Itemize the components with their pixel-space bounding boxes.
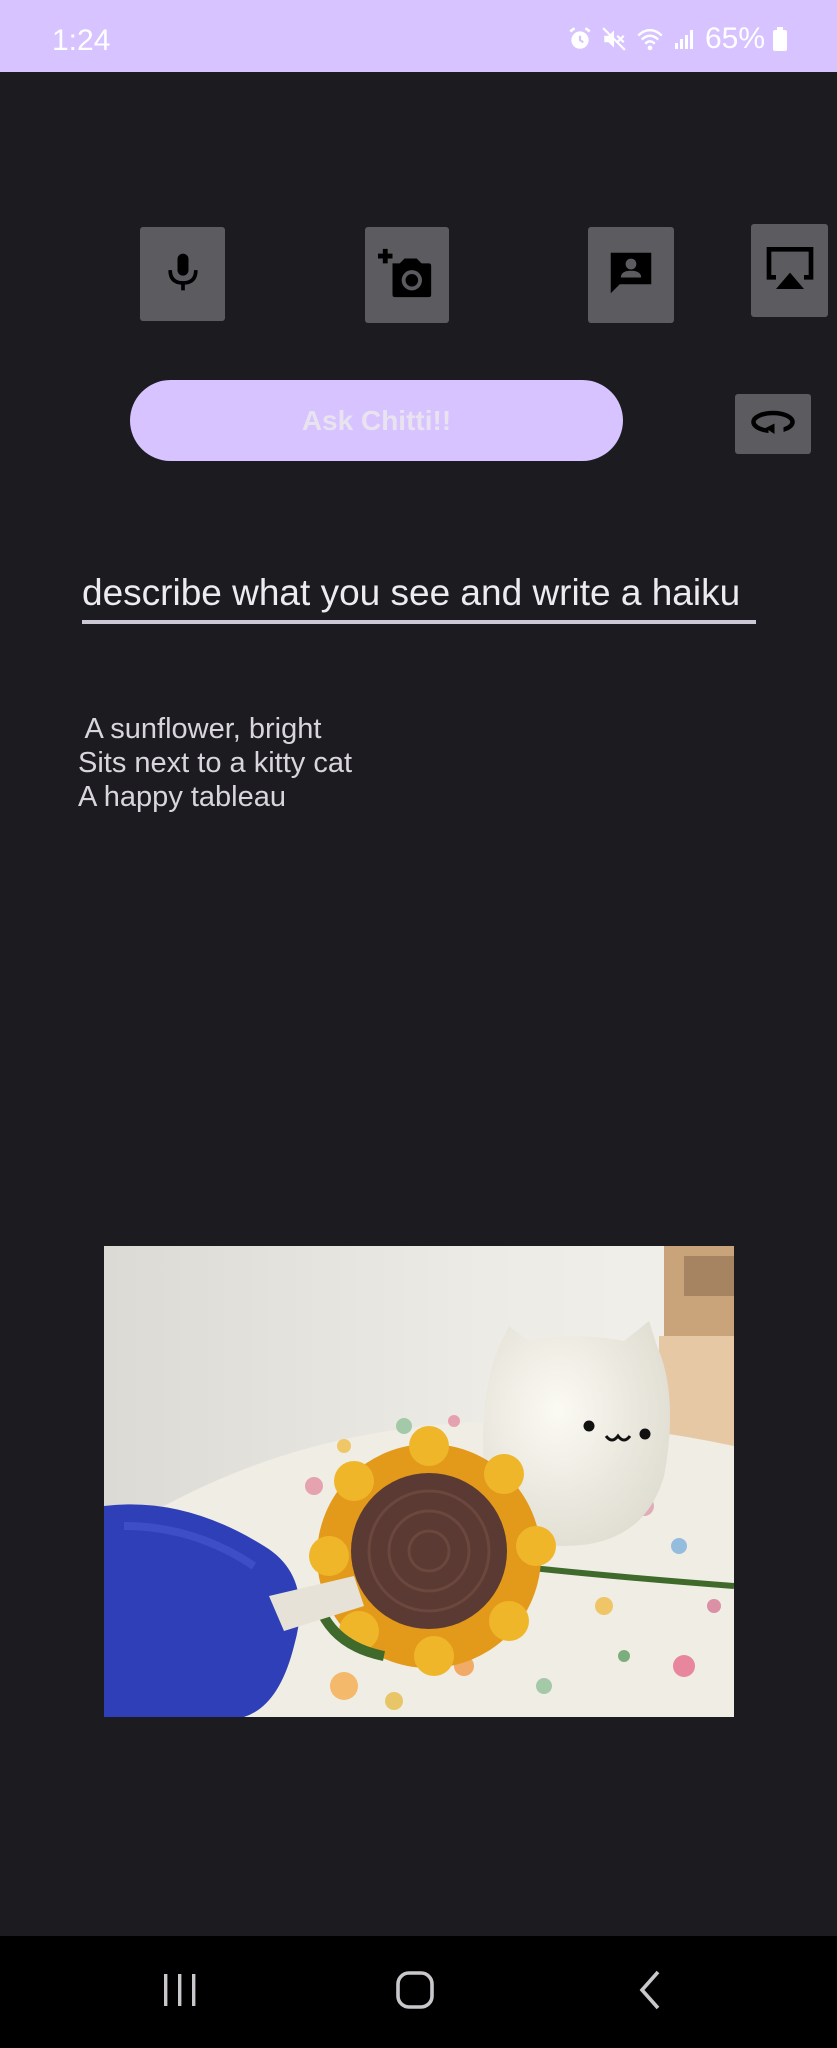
airplay-icon: [762, 240, 818, 301]
back-icon: [636, 1969, 664, 2016]
response-text: A sunflower, bright Sits next to a kitty…: [78, 712, 352, 814]
add-camera-icon: [378, 244, 436, 307]
response-line: A sunflower, bright: [78, 713, 322, 745]
prompt-input[interactable]: [82, 566, 756, 624]
response-line: A happy tableau: [78, 781, 287, 813]
battery-percent: 65%: [704, 22, 765, 55]
navigation-bar: [0, 1936, 837, 2048]
status-bar: 1:24 65%: [0, 0, 837, 72]
microphone-button[interactable]: [140, 227, 225, 321]
recent-apps-button[interactable]: [130, 1936, 230, 2048]
ask-chitti-button[interactable]: Ask Chitti!!: [130, 380, 623, 461]
person-chat-icon: [604, 246, 658, 305]
battery-icon: [773, 27, 787, 51]
wifi-icon: [635, 26, 665, 52]
rotate-icon: [749, 407, 797, 442]
recent-apps-icon: [160, 1972, 200, 2013]
home-button[interactable]: [365, 1936, 465, 2048]
status-time: 1:24: [52, 24, 111, 57]
cast-button[interactable]: [751, 224, 828, 317]
chat-button[interactable]: [588, 227, 674, 323]
microphone-icon: [161, 247, 205, 302]
mute-icon: [601, 26, 627, 52]
response-line: Sits next to a kitty cat: [78, 747, 352, 779]
alarm-icon: [567, 26, 593, 52]
home-icon: [395, 1970, 435, 2015]
back-button[interactable]: [600, 1936, 700, 2048]
captured-photo: [104, 1246, 734, 1717]
status-icons: 65%: [567, 22, 787, 56]
add-photo-button[interactable]: [365, 227, 449, 323]
signal-icon: [673, 27, 697, 51]
reset-button[interactable]: [735, 394, 811, 454]
